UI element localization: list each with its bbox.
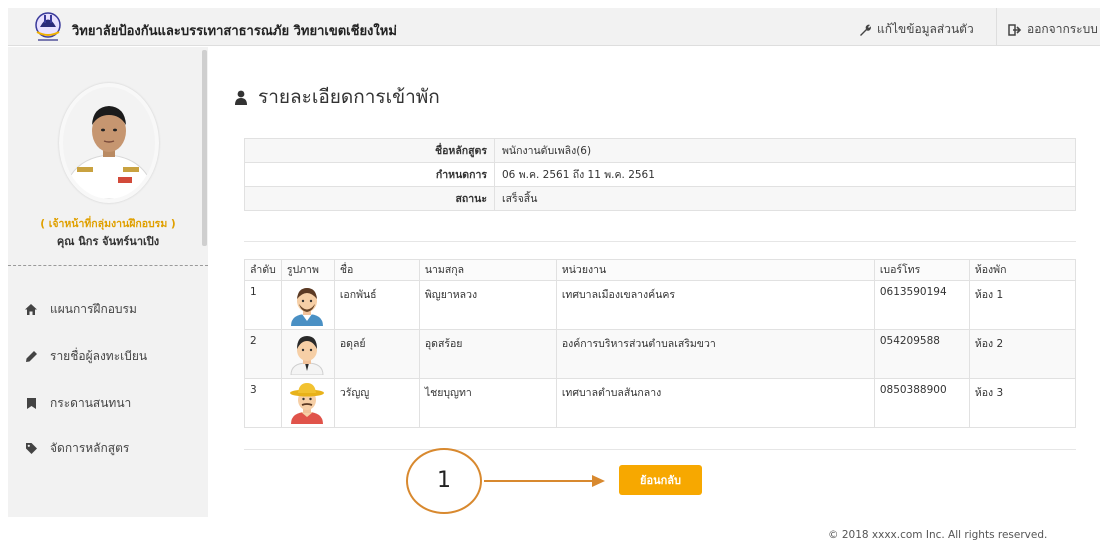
home-icon bbox=[24, 303, 38, 317]
annotation-arrow bbox=[484, 475, 605, 487]
cell-room: ห้อง 2 bbox=[968, 329, 1077, 379]
logout-link[interactable]: ออกจากระบบ bbox=[1008, 20, 1098, 39]
user-name: คุณ นิกร จันทร์นาเปิง bbox=[56, 235, 160, 248]
column-header-photo: รูปภาพ bbox=[280, 259, 335, 281]
user-role: ( เจ้าหน้าที่กลุ่มงานฝึกอบรม ) bbox=[40, 218, 176, 230]
schedule-value: 06 พ.ค. 2561 ถึง 11 พ.ค. 2561 bbox=[494, 162, 1076, 187]
cell-last-name: พิญยาหลวง bbox=[418, 280, 557, 330]
schedule-row: กำหนดการ 06 พ.ค. 2561 ถึง 11 พ.ค. 2561 bbox=[244, 162, 1076, 187]
sidebar-item-label: กระดานสนทนา bbox=[50, 396, 132, 410]
section-divider bbox=[244, 241, 1076, 242]
cell-photo bbox=[280, 329, 335, 379]
cell-photo bbox=[280, 280, 335, 330]
avatar bbox=[59, 83, 159, 203]
cell-organization: องค์การบริหารส่วนตำบลเสริมขวา bbox=[555, 329, 875, 379]
footer-copyright: © 2018 xxxx.com Inc. All rights reserved… bbox=[828, 529, 1048, 541]
cell-organization: เทศบาลเมืองเขลางค์นคร bbox=[555, 280, 875, 330]
section-divider bbox=[244, 449, 1076, 450]
site-title: วิทยาลัยป้องกันและบรรเทาสาธารณภัย วิทยาเ… bbox=[72, 24, 397, 39]
column-header-last-name: นามสกุล bbox=[418, 259, 557, 281]
column-header-organization: หน่วยงาน bbox=[555, 259, 875, 281]
sidebar-divider bbox=[8, 265, 208, 266]
table-row: 3 วรัญญู ไชยบุญทา เทศบาลตำบลสันกลาง 0850… bbox=[244, 378, 1077, 428]
cell-last-name: อุดสร้อย bbox=[418, 329, 557, 379]
sidebar: ( เจ้าหน้าที่กลุ่มงานฝึกอบรม ) คุณ นิกร … bbox=[8, 47, 208, 517]
edit-profile-label: แก้ไขข้อมูลส่วนตัว bbox=[877, 22, 974, 36]
avatar-icon bbox=[290, 288, 323, 326]
cell-photo bbox=[280, 378, 335, 428]
column-header-phone: เบอร์โทร bbox=[873, 259, 970, 281]
status-label: สถานะ bbox=[244, 186, 495, 211]
sidebar-item-label: จัดการหลักสูตร bbox=[50, 441, 130, 455]
page-title-text: รายละเอียดการเข้าพัก bbox=[258, 86, 440, 108]
avatar-icon bbox=[289, 383, 324, 424]
cell-room: ห้อง 1 bbox=[968, 280, 1077, 330]
cell-room: ห้อง 3 bbox=[968, 378, 1077, 428]
status-value: เสร็จสิ้น bbox=[494, 186, 1076, 211]
sidebar-scrollbar[interactable] bbox=[202, 50, 207, 246]
sidebar-item-registrants[interactable]: รายชื่อผู้ลงทะเบียน bbox=[24, 347, 147, 366]
top-navbar: วิทยาลัยป้องกันและบรรเทาสาธารณภัย วิทยาเ… bbox=[8, 8, 1100, 46]
cell-last-name: ไชยบุญทา bbox=[418, 378, 557, 428]
table-row: 1 เอกพันธ์ พิญยาหลวง เทศบาลเมืองเขลางค์น… bbox=[244, 280, 1077, 330]
logout-label: ออกจากระบบ bbox=[1027, 22, 1098, 36]
sidebar-item-training-plan[interactable]: แผนการฝึกอบรม bbox=[24, 300, 137, 319]
navbar-divider bbox=[996, 8, 997, 45]
column-header-no: ลำดับ bbox=[244, 259, 282, 281]
sidebar-item-manage-courses[interactable]: จัดการหลักสูตร bbox=[24, 439, 129, 458]
cell-first-name: เอกพันธ์ bbox=[333, 280, 420, 330]
schedule-label: กำหนดการ bbox=[244, 162, 495, 187]
cell-first-name: วรัญญู bbox=[333, 378, 420, 428]
status-row: สถานะ เสร็จสิ้น bbox=[244, 186, 1076, 211]
sign-out-icon bbox=[1008, 23, 1022, 36]
course-value: พนักงานดับเพลิง(6) bbox=[494, 138, 1076, 163]
cell-phone: 054209588 bbox=[873, 329, 970, 379]
table-header: ลำดับ รูปภาพ ชื่อ นามสกุล หน่วยงาน เบอร์… bbox=[244, 259, 1077, 281]
cell-no: 3 bbox=[244, 378, 282, 428]
sidebar-item-discussion-board[interactable]: กระดานสนทนา bbox=[24, 394, 131, 413]
page-title: รายละเอียดการเข้าพัก bbox=[234, 82, 440, 112]
cell-phone: 0613590194 bbox=[873, 280, 970, 330]
avatar-icon bbox=[290, 336, 324, 376]
course-row: ชื่อหลักสูตร พนักงานดับเพลิง(6) bbox=[244, 138, 1076, 163]
cell-organization: เทศบาลตำบลสันกลาง bbox=[555, 378, 875, 428]
column-header-room: ห้องพัก bbox=[968, 259, 1077, 281]
wrench-icon bbox=[860, 24, 871, 36]
back-button[interactable]: ย้อนกลับ bbox=[619, 465, 702, 495]
tag-icon bbox=[24, 442, 38, 456]
edit-profile-link[interactable]: แก้ไขข้อมูลส่วนตัว bbox=[858, 20, 974, 39]
cell-no: 1 bbox=[244, 280, 282, 330]
table-row: 2 อดุลย์ อุดสร้อย องค์การบริหารส่วนตำบลเ… bbox=[244, 329, 1077, 379]
column-header-first-name: ชื่อ bbox=[333, 259, 420, 281]
annotation-callout: 1 bbox=[406, 448, 482, 514]
cell-no: 2 bbox=[244, 329, 282, 379]
cell-first-name: อดุลย์ bbox=[333, 329, 420, 379]
attendee-table: ลำดับ รูปภาพ ชื่อ นามสกุล หน่วยงาน เบอร์… bbox=[244, 259, 1077, 428]
course-info-table: ชื่อหลักสูตร พนักงานดับเพลิง(6) กำหนดการ… bbox=[244, 138, 1076, 211]
sidebar-item-label: รายชื่อผู้ลงทะเบียน bbox=[50, 349, 148, 363]
course-label: ชื่อหลักสูตร bbox=[244, 138, 495, 163]
sidebar-item-label: แผนการฝึกอบรม bbox=[50, 302, 137, 316]
cell-phone: 0850388900 bbox=[873, 378, 970, 428]
pencil-icon bbox=[24, 350, 38, 364]
user-icon bbox=[235, 90, 247, 105]
bookmark-icon bbox=[24, 397, 38, 411]
college-logo[interactable] bbox=[28, 10, 68, 44]
